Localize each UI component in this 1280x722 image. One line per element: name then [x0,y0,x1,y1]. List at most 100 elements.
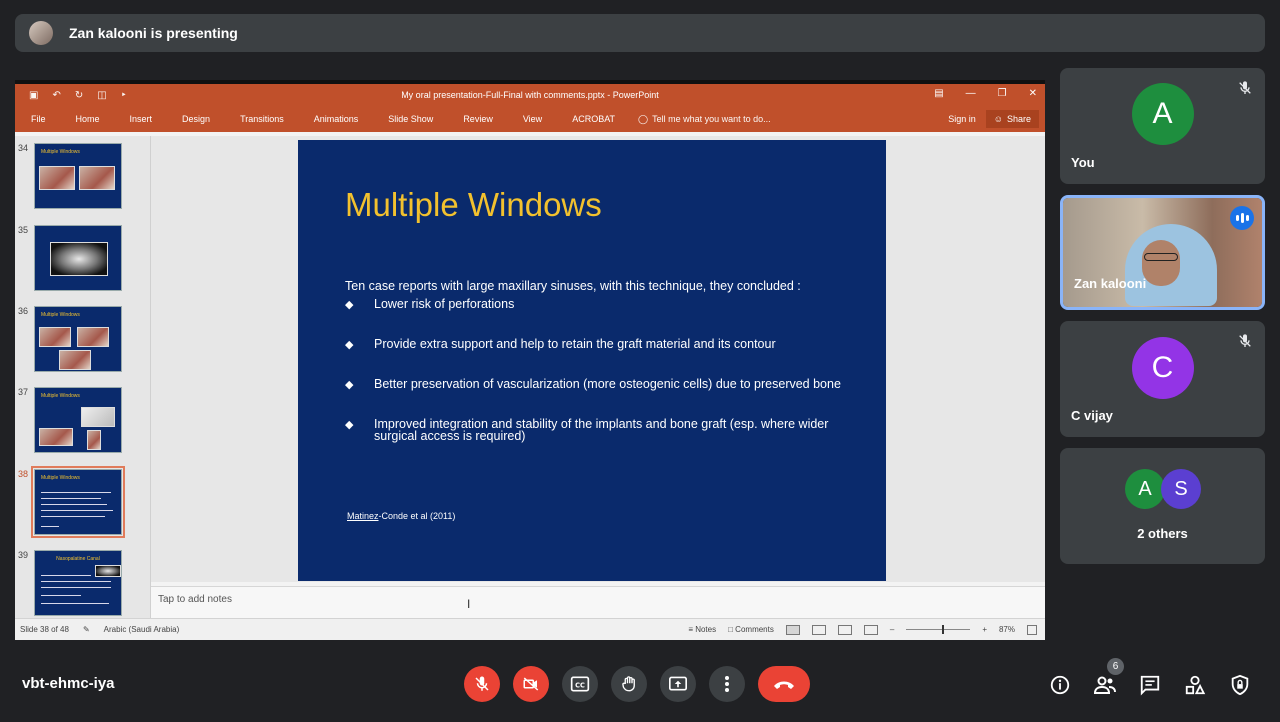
minimize-icon[interactable]: — [966,88,976,99]
slide-intro-text: Ten case reports with large maxillary si… [345,279,801,293]
zoom-level[interactable]: 87% [999,625,1015,634]
tab-transitions[interactable]: Transitions [225,114,299,124]
thumbnail-slide[interactable]: Multiple Windows [34,387,122,453]
avatar: C [1131,337,1194,399]
close-icon[interactable]: ✕ [1029,88,1037,99]
tell-me-box[interactable]: ◯ Tell me what you want to do... [630,114,771,125]
tell-me-text: Tell me what you want to do... [652,114,771,124]
shared-screen: ▣ ↶ ↻ ◫ ‣ My oral presentation-Full-Fina… [15,80,1045,640]
sign-in-link[interactable]: Sign in [948,114,976,124]
present-screen-button[interactable] [660,666,696,702]
thumbnail-item-active[interactable]: 38 Multiple Windows [15,466,150,539]
avatar: S [1161,469,1201,509]
thumbnail-item[interactable]: 37 Multiple Windows [15,387,150,457]
thumbnail-item[interactable]: 34 Multiple Windows [15,143,150,213]
meeting-details-button[interactable] [1048,673,1072,697]
thumbnail-item[interactable]: 39 Nasopalatine Canal [15,550,150,618]
comments-toggle[interactable]: □ Comments [728,625,774,634]
raise-hand-button[interactable] [611,666,647,702]
current-slide[interactable]: Multiple Windows Ten case reports with l… [298,140,886,581]
shield-lock-icon [1231,674,1249,696]
thumbnail-photo [39,327,71,347]
tab-design[interactable]: Design [167,114,225,124]
tab-animations[interactable]: Animations [299,114,374,124]
slide-bullet: ◆ Provide extra support and help to reta… [345,337,776,351]
tab-review[interactable]: Review [448,114,508,124]
camera-off-icon [523,677,539,691]
closed-captions-icon: CC [570,676,590,692]
present-icon [669,676,687,691]
thumbnail-slide[interactable]: Nasopalatine Canal [34,550,122,616]
thumbnail-text-line [41,603,109,604]
thumbnail-text-line [41,595,81,596]
notes-pane[interactable]: Tap to add notes I [151,586,1045,618]
thumbnail-photo [77,327,109,347]
zoom-in-icon[interactable]: + [982,625,987,634]
camera-toggle-button[interactable] [513,666,549,702]
fit-slide-icon[interactable] [1027,624,1037,635]
thumbnail-photo [59,350,91,370]
thumbnail-number: 34 [18,143,29,153]
zoom-slider[interactable] [906,625,971,634]
leave-call-button[interactable] [758,666,810,702]
text-cursor-icon: I [467,597,471,611]
person-icon: ☺ [993,114,1003,124]
participant-tile-c-vijay[interactable]: C C vijay [1060,321,1265,437]
thumbnail-slide[interactable]: Multiple Windows [31,466,125,538]
people-button[interactable] [1093,673,1117,697]
tab-view[interactable]: View [508,114,557,124]
reading-view-icon[interactable] [837,624,852,635]
thumbnail-slide[interactable] [34,225,122,291]
more-options-button[interactable] [709,666,745,702]
slide-thumbnails-pane[interactable]: 34 Multiple Windows 35 36 Multiple Windo… [15,136,151,618]
thumbnail-text-line [41,504,107,505]
diamond-bullet-icon: ◆ [345,299,354,311]
activities-button[interactable] [1183,673,1207,697]
thumbnail-slide[interactable]: Multiple Windows [34,306,122,372]
thumbnail-text-line [41,498,101,499]
thumbnail-photo [39,166,75,190]
language-indicator[interactable]: Arabic (Saudi Arabia) [104,625,180,634]
host-controls-button[interactable] [1228,673,1252,697]
thumbnail-number: 36 [18,306,29,316]
share-button[interactable]: ☺ Share [985,110,1039,128]
slide-counter: Slide 38 of 48 [20,625,69,634]
participant-tile-zan-kalooni[interactable]: Zan kalooni [1060,195,1265,310]
normal-view-icon[interactable] [785,624,800,635]
zoom-out-icon[interactable]: – [890,625,894,634]
thumbnail-text-line [41,510,113,511]
mic-toggle-button[interactable] [464,666,500,702]
thumbnail-text-line [41,492,111,493]
tab-file[interactable]: File [15,114,61,124]
restore-icon[interactable]: ❐ [998,88,1007,99]
tab-acrobat[interactable]: ACROBAT [557,114,630,124]
thumbnail-text-line [41,526,59,527]
thumbnail-title: Nasopalatine Canal [56,556,100,562]
thumbnail-item[interactable]: 35 [15,225,150,295]
thumbnail-title: Multiple Windows [41,393,80,399]
participant-video-face [1142,240,1180,286]
people-icon [1093,676,1116,694]
notes-toggle[interactable]: ≡ Notes [688,625,716,634]
thumbnail-slide[interactable]: Multiple Windows [34,143,122,209]
thumbnail-item[interactable]: 36 Multiple Windows [15,306,150,376]
participant-tile-others[interactable]: A S 2 others [1060,448,1265,564]
participant-tile-you[interactable]: A You [1060,68,1265,184]
captions-button[interactable]: CC [562,666,598,702]
participant-video-glasses [1144,253,1178,261]
thumbnail-photo [87,430,101,450]
tab-slide-show[interactable]: Slide Show [373,114,448,124]
tab-insert[interactable]: Insert [115,114,168,124]
chat-button[interactable] [1138,673,1162,697]
thumbnail-title: Multiple Windows [41,312,80,318]
thumbnail-text-line [41,575,91,576]
slide-editing-area[interactable]: Multiple Windows Ten case reports with l… [151,136,1045,582]
chat-icon [1140,675,1160,696]
tab-home[interactable]: Home [61,114,115,124]
slide-sorter-icon[interactable] [811,624,826,635]
slideshow-view-icon[interactable] [863,624,878,635]
ribbon-options-icon[interactable]: ▤ [934,88,943,99]
hand-icon [622,676,635,692]
thumbnail-xray [50,242,108,276]
spell-check-icon[interactable]: ✎ [83,625,90,634]
